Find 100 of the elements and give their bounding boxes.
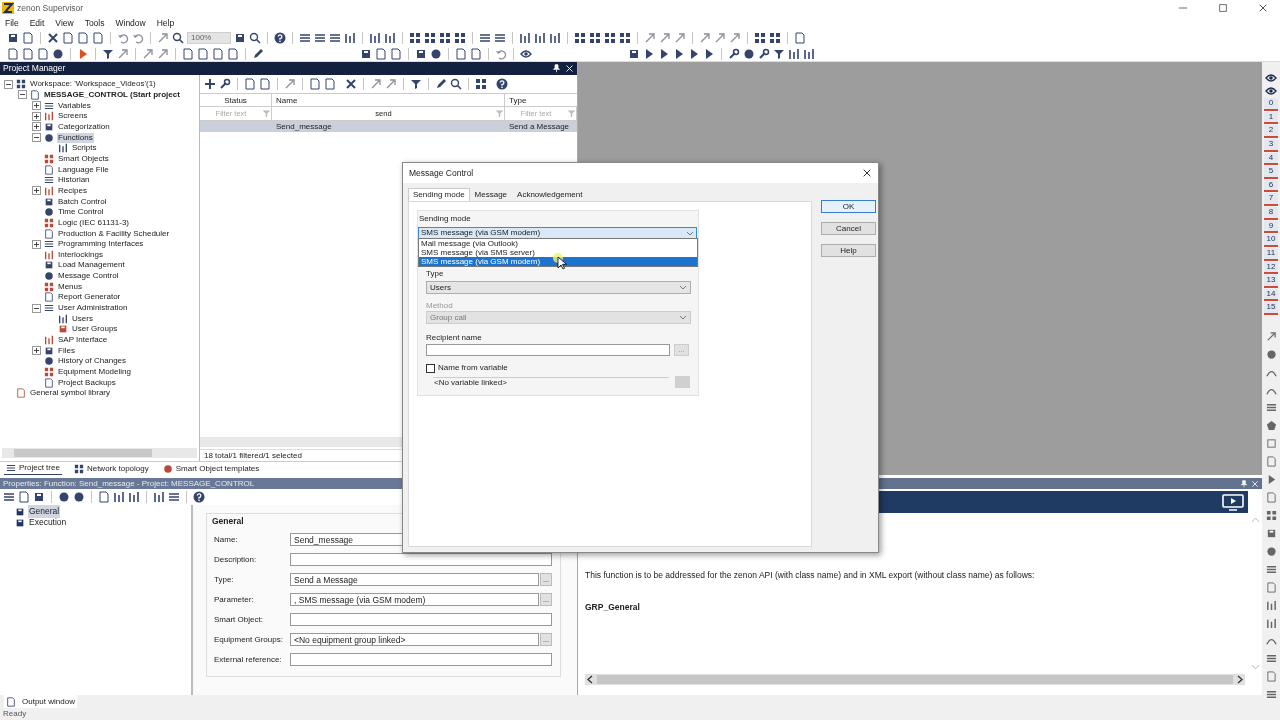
arrow-icon[interactable] — [644, 32, 656, 44]
grid-icon[interactable] — [619, 32, 631, 44]
lines-icon[interactable] — [314, 32, 326, 44]
search-icon[interactable] — [172, 32, 184, 44]
document-icon[interactable] — [259, 78, 271, 90]
layer-number[interactable]: 4 — [1264, 152, 1278, 166]
document-icon[interactable] — [455, 47, 467, 60]
layer-number[interactable]: 13 — [1264, 275, 1278, 288]
bars-icon[interactable] — [519, 32, 531, 44]
undo-icon[interactable] — [117, 32, 129, 44]
help-icon[interactable] — [496, 78, 508, 90]
eye-icon[interactable] — [1265, 85, 1277, 97]
arrow-icon[interactable] — [370, 78, 382, 90]
column-header[interactable]: Type — [505, 94, 577, 106]
arrow-icon[interactable] — [714, 32, 726, 44]
arrow-icon[interactable] — [674, 32, 686, 44]
eye-icon[interactable] — [520, 47, 532, 60]
grid-icon[interactable] — [589, 32, 601, 44]
document-icon[interactable] — [197, 47, 209, 60]
text-field[interactable]: , SMS message (via GSM modem) — [290, 593, 539, 607]
undo-icon[interactable] — [495, 47, 507, 60]
square-icon[interactable] — [7, 32, 19, 44]
expand-toggle[interactable] — [32, 186, 41, 196]
tree-item[interactable]: Menus — [57, 281, 83, 292]
video-icon[interactable] — [1222, 493, 1244, 511]
layer-number[interactable]: 11 — [1264, 247, 1278, 261]
close-icon[interactable] — [1258, 3, 1268, 13]
menu-item[interactable]: View — [55, 16, 74, 30]
circle-icon[interactable] — [1265, 348, 1277, 360]
lines-icon[interactable] — [479, 32, 491, 44]
filter-icon[interactable] — [102, 47, 114, 60]
document-icon[interactable] — [62, 32, 74, 44]
circle-icon[interactable] — [73, 491, 85, 503]
tree-item[interactable]: General symbol library — [29, 388, 112, 399]
grid-icon[interactable] — [475, 78, 487, 90]
scroll-left-icon[interactable] — [587, 675, 593, 684]
tree-item[interactable]: SAP Interface — [57, 335, 109, 346]
grid-icon[interactable] — [754, 32, 766, 44]
filter-icon[interactable] — [773, 47, 785, 60]
zoom-field[interactable]: 100% — [187, 32, 231, 44]
text-field[interactable] — [290, 553, 552, 567]
layer-number[interactable]: 3 — [1264, 138, 1278, 152]
expand-toggle[interactable] — [32, 303, 41, 313]
menu-item[interactable]: Help — [156, 16, 175, 30]
text-field[interactable] — [426, 344, 670, 356]
grid-icon[interactable] — [424, 32, 436, 44]
play-icon[interactable] — [688, 47, 700, 60]
dialog-button[interactable]: Help — [821, 244, 876, 257]
search-icon[interactable] — [249, 32, 261, 44]
document-icon[interactable] — [227, 47, 239, 60]
play-icon[interactable] — [703, 47, 715, 60]
tree-item[interactable]: User Administration — [57, 303, 129, 314]
tree-item[interactable]: Report Generator — [57, 292, 122, 303]
tree-item[interactable]: Smart Objects — [57, 153, 110, 164]
tree-item[interactable]: Variables — [57, 100, 92, 111]
document-icon[interactable] — [324, 78, 336, 90]
grid-icon[interactable] — [574, 32, 586, 44]
dropdown-option[interactable]: Mail message (via Outlook) — [419, 239, 697, 248]
layer-number[interactable]: 10 — [1264, 234, 1278, 247]
tree-item[interactable]: Execution — [28, 516, 68, 529]
arrow-icon[interactable] — [1265, 330, 1277, 342]
dropdown-option[interactable]: SMS message (via GSM modem) — [419, 257, 697, 266]
filter-icon[interactable] — [410, 78, 422, 90]
bars-icon[interactable] — [113, 491, 125, 503]
arrow-icon[interactable] — [284, 78, 296, 90]
layer-number[interactable]: 8 — [1264, 207, 1278, 220]
dropdown[interactable]: SMS message (via GSM modem) — [418, 227, 697, 239]
document-icon[interactable] — [22, 32, 34, 44]
arrow-icon[interactable] — [142, 47, 154, 60]
circle-icon[interactable] — [52, 47, 64, 60]
bars-icon[interactable] — [788, 47, 800, 60]
document-icon[interactable] — [37, 47, 49, 60]
expand-toggle[interactable] — [32, 346, 41, 356]
panel-tab[interactable]: Output window — [4, 695, 77, 708]
tree-item[interactable]: Functions — [57, 132, 94, 143]
bars-icon[interactable] — [369, 32, 381, 44]
lines-icon[interactable] — [1265, 563, 1277, 575]
layer-number[interactable]: 15 — [1264, 302, 1278, 315]
layer-number[interactable]: 14 — [1264, 288, 1278, 302]
play-icon[interactable] — [643, 47, 655, 60]
tree-item[interactable]: History of Changes — [57, 356, 128, 367]
search-icon[interactable] — [450, 78, 462, 90]
dialog-tab[interactable]: Acknowledgement — [512, 188, 588, 201]
document-icon[interactable] — [794, 32, 806, 44]
pentagon-icon[interactable] — [1265, 420, 1277, 432]
text-field[interactable]: <No equipment group linked> — [290, 633, 539, 647]
tree-item[interactable]: Users — [71, 313, 94, 324]
dialog-tab[interactable]: Sending mode — [408, 188, 470, 201]
square-icon[interactable] — [360, 47, 372, 60]
menu-item[interactable]: Edit — [29, 16, 45, 30]
lines-icon[interactable] — [299, 32, 311, 44]
tree-item[interactable]: Recipes — [57, 185, 88, 196]
arrow-icon[interactable] — [699, 32, 711, 44]
square-icon[interactable] — [33, 491, 45, 503]
menu-item[interactable]: Window — [115, 16, 146, 30]
menu-item[interactable]: File — [5, 16, 19, 30]
layer-number[interactable]: 1 — [1264, 111, 1278, 125]
layer-number[interactable]: 7 — [1264, 193, 1278, 206]
expand-toggle[interactable] — [32, 239, 41, 249]
expand-toggle[interactable] — [4, 79, 13, 89]
